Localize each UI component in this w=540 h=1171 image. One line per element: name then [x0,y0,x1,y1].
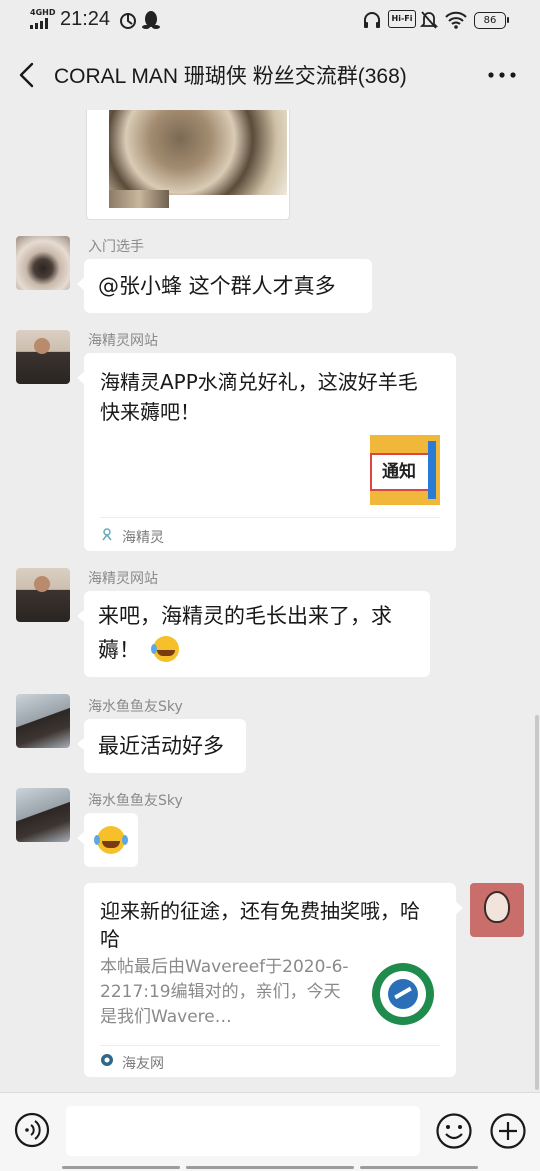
avatar[interactable] [16,694,70,748]
avatar[interactable] [16,568,70,622]
card-source-name: 海友网 [122,1056,164,1072]
text-message[interactable]: 最近活动好多 [77,719,246,773]
link-card-message[interactable]: 迎来新的征途，还有免费抽奖哦，哈哈 本帖最后由Wavereef于2020-6-2… [84,883,463,1077]
wifi-icon [445,11,467,29]
card-description: 本帖最后由Wavereef于2020-6-2217:19编辑对的，亲们，今天是我… [100,957,349,1027]
card-source-name: 海精灵 [122,530,164,546]
tears-of-joy-emoji-icon [94,826,128,854]
hifi-badge: Hi-Fi [388,10,416,28]
avatar[interactable] [16,330,70,384]
signal-icon [30,17,52,29]
image-message[interactable] [86,110,290,220]
mute-bell-icon [420,11,438,29]
back-arrow-icon[interactable] [14,60,42,90]
haiyou-logo-icon [101,1054,113,1066]
sender-name: 海水鱼鱼友Sky [88,793,183,809]
message-input[interactable] [66,1106,420,1156]
sender-name: 海精灵网站 [88,571,158,587]
card-source: 海友网 [100,1053,164,1073]
sync-icon [120,13,136,29]
gesture-bar [360,1166,478,1169]
message-text: @张小蜂 这个群人才真多 [98,274,336,298]
coral-photo [109,110,287,195]
battery-indicator: 86 [474,12,509,29]
coral-photo-strip [109,190,169,208]
card-thumbnail [372,963,434,1025]
avatar[interactable] [16,236,70,290]
sender-name: 入门选手 [88,239,144,255]
emoji-icon[interactable] [435,1112,473,1150]
message-text: 来吧，海精灵的毛长出来了，求薅！ [98,604,392,662]
link-card-message[interactable]: 海精灵APP水滴兑好礼，这波好羊毛快来薅吧！ 通知 海精灵 [77,353,456,551]
gesture-bar [62,1166,180,1169]
headphone-icon [364,12,380,28]
card-thumbnail: 通知 [370,435,440,505]
message-list[interactable]: 入门选手 @张小蜂 这个群人才真多 海精灵网站 海精灵APP水滴兑好礼，这波好羊… [0,110,540,1092]
voice-icon[interactable] [14,1112,50,1148]
status-time: 21:24 [60,8,111,30]
network-type: 4GHD [30,8,56,17]
chat-title: CORAL MAN 珊瑚侠 粉丝交流群(368) [54,65,407,88]
card-source: 海精灵 [100,527,164,547]
text-message[interactable]: @张小蜂 这个群人才真多 [77,259,372,313]
more-dots-icon[interactable] [486,66,518,84]
card-title: 海精灵APP水滴兑好礼，这波好羊毛快来薅吧！ [100,370,418,424]
haijingling-logo-icon [102,528,112,541]
thumbnail-text: 通知 [382,462,416,482]
my-avatar[interactable] [470,883,524,937]
chat-header: CORAL MAN 珊瑚侠 粉丝交流群(368) [0,40,540,110]
sender-name: 海精灵网站 [88,333,158,349]
emoji-message[interactable] [77,813,138,867]
scrollbar[interactable] [535,715,539,1090]
qq-penguin-icon [142,11,160,29]
sender-name: 海水鱼鱼友Sky [88,699,183,715]
avatar[interactable] [16,788,70,842]
input-bar [0,1092,540,1171]
status-bar: 4GHD 21:24 Hi-Fi 86 [0,0,540,40]
gesture-bar [186,1166,354,1169]
crying-laugh-emoji-icon [150,636,179,662]
message-text: 最近活动好多 [98,734,224,758]
plus-icon[interactable] [489,1112,527,1150]
text-message[interactable]: 来吧，海精灵的毛长出来了，求薅！ [77,591,430,677]
card-title: 迎来新的征途，还有免费抽奖哦，哈哈 [100,899,420,951]
